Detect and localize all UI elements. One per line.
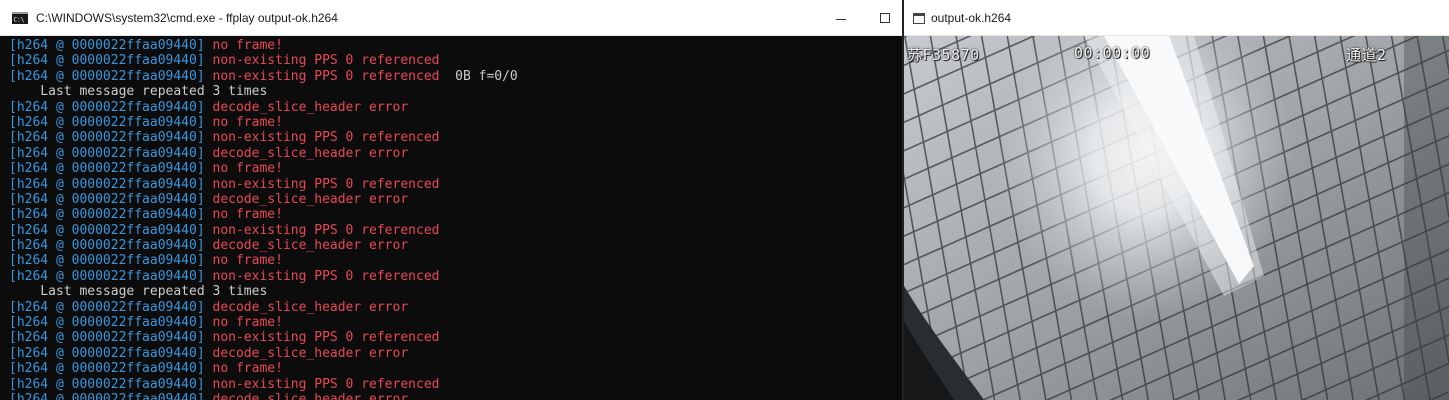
console-line: [h264 @ 0000022ffaa09440] non-existing P… [9,269,902,284]
ffplay-window[interactable]: output-ok.h264 苏F35870 00:00:00 通道2 [904,0,1449,400]
console-line: [h264 @ 0000022ffaa09440] non-existing P… [9,69,902,84]
console-output[interactable]: [h264 @ 0000022ffaa09440] no frame! [h264… [9,38,902,400]
log-prefix: [h264 @ 0000022ffaa09440] [9,315,205,331]
maximize-button[interactable] [862,0,908,36]
log-message: non-existing PPS 0 referenced [204,376,440,392]
svg-text:C:\: C:\ [14,17,25,24]
log-prefix: [h264 @ 0000022ffaa09440] [9,145,205,161]
log-prefix: [h264 @ 0000022ffaa09440] [9,299,205,315]
log-status-suffix: 0B f=0/0 [439,68,518,84]
console-line: [h264 @ 0000022ffaa09440] decode_slice_h… [9,192,902,207]
cmd-window-title: C:\WINDOWS\system32\cmd.exe - ffplay out… [36,11,338,25]
log-prefix: [h264 @ 0000022ffaa09440] [9,38,205,53]
console-line: [h264 @ 0000022ffaa09440] non-existing P… [9,330,902,345]
log-message: no frame! [204,361,283,377]
console-line: [h264 @ 0000022ffaa09440] decode_slice_h… [9,392,902,400]
log-message: no frame! [204,315,283,331]
console-line: [h264 @ 0000022ffaa09440] decode_slice_h… [9,146,902,161]
minimize-button[interactable] [818,0,864,36]
plate-overlay: 苏F35870 [907,46,980,64]
log-message: decode_slice_header error [204,299,409,315]
ffplay-titlebar[interactable]: output-ok.h264 [904,0,1449,36]
console-line: Last message repeated 3 times [9,284,902,299]
console-line: [h264 @ 0000022ffaa09440] decode_slice_h… [9,100,902,115]
ceiling-scene [904,36,1449,400]
log-prefix: [h264 @ 0000022ffaa09440] [9,222,205,238]
log-prefix: [h264 @ 0000022ffaa09440] [9,114,205,130]
log-message: no frame! [204,161,283,177]
console-line: [h264 @ 0000022ffaa09440] no frame! [9,315,902,330]
log-message: decode_slice_header error [204,238,409,254]
channel-overlay: 通道2 [1346,46,1387,64]
log-prefix: [h264 @ 0000022ffaa09440] [9,99,205,115]
log-message: no frame! [204,38,283,53]
console-line: [h264 @ 0000022ffaa09440] no frame! [9,253,902,268]
console-line: [h264 @ 0000022ffaa09440] decode_slice_h… [9,300,902,315]
log-prefix: [h264 @ 0000022ffaa09440] [9,176,205,192]
log-prefix: [h264 @ 0000022ffaa09440] [9,238,205,254]
log-prefix: [h264 @ 0000022ffaa09440] [9,207,205,223]
console-plain-text: Last message repeated 3 times [9,284,268,300]
log-message: no frame! [204,114,283,130]
log-message: decode_slice_header error [204,345,409,361]
console-line: [h264 @ 0000022ffaa09440] no frame! [9,361,902,376]
ffplay-window-title: output-ok.h264 [931,11,1012,25]
log-message: non-existing PPS 0 referenced [204,268,440,284]
console-line: [h264 @ 0000022ffaa09440] non-existing P… [9,223,902,238]
console-line: [h264 @ 0000022ffaa09440] decode_slice_h… [9,346,902,361]
log-prefix: [h264 @ 0000022ffaa09440] [9,345,205,361]
log-prefix: [h264 @ 0000022ffaa09440] [9,253,205,269]
log-prefix: [h264 @ 0000022ffaa09440] [9,268,205,284]
log-message: decode_slice_header error [204,145,409,161]
console-line: Last message repeated 3 times [9,84,902,99]
log-prefix: [h264 @ 0000022ffaa09440] [9,376,205,392]
log-prefix: [h264 @ 0000022ffaa09440] [9,391,205,400]
maximize-icon [880,13,890,23]
log-message: no frame! [204,253,283,269]
log-prefix: [h264 @ 0000022ffaa09440] [9,130,205,146]
log-message: decode_slice_header error [204,99,409,115]
minimize-icon [836,18,846,20]
console-line: [h264 @ 0000022ffaa09440] decode_slice_h… [9,238,902,253]
log-prefix: [h264 @ 0000022ffaa09440] [9,53,205,69]
console-line: [h264 @ 0000022ffaa09440] non-existing P… [9,130,902,145]
window-icon [913,13,925,24]
log-message: non-existing PPS 0 referenced [204,176,440,192]
log-message: no frame! [204,207,283,223]
log-prefix: [h264 @ 0000022ffaa09440] [9,191,205,207]
log-message: non-existing PPS 0 referenced [204,330,440,346]
log-message: non-existing PPS 0 referenced [204,130,440,146]
log-message: decode_slice_header error [204,391,409,400]
log-message: non-existing PPS 0 referenced [204,222,440,238]
log-prefix: [h264 @ 0000022ffaa09440] [9,361,205,377]
console-line: [h264 @ 0000022ffaa09440] no frame! [9,115,902,130]
cmd-window[interactable]: C:\ C:\WINDOWS\system32\cmd.exe - ffplay… [0,0,903,400]
timestamp-overlay: 00:00:00 [1074,44,1151,62]
video-frame[interactable]: 苏F35870 00:00:00 通道2 [904,36,1449,400]
cmd-icon: C:\ [12,12,28,24]
log-message: decode_slice_header error [204,191,409,207]
log-message: non-existing PPS 0 referenced [204,68,440,84]
console-plain-text: Last message repeated 3 times [9,84,268,100]
console-line: [h264 @ 0000022ffaa09440] no frame! [9,207,902,222]
log-prefix: [h264 @ 0000022ffaa09440] [9,68,205,84]
console-line: [h264 @ 0000022ffaa09440] no frame! [9,161,902,176]
console-line: [h264 @ 0000022ffaa09440] no frame! [9,38,902,53]
log-prefix: [h264 @ 0000022ffaa09440] [9,330,205,346]
console-line: [h264 @ 0000022ffaa09440] non-existing P… [9,377,902,392]
console-line: [h264 @ 0000022ffaa09440] non-existing P… [9,53,902,68]
console-line: [h264 @ 0000022ffaa09440] non-existing P… [9,177,902,192]
cmd-titlebar[interactable]: C:\ C:\WINDOWS\system32\cmd.exe - ffplay… [0,0,902,36]
log-message: non-existing PPS 0 referenced [204,53,440,69]
log-prefix: [h264 @ 0000022ffaa09440] [9,161,205,177]
